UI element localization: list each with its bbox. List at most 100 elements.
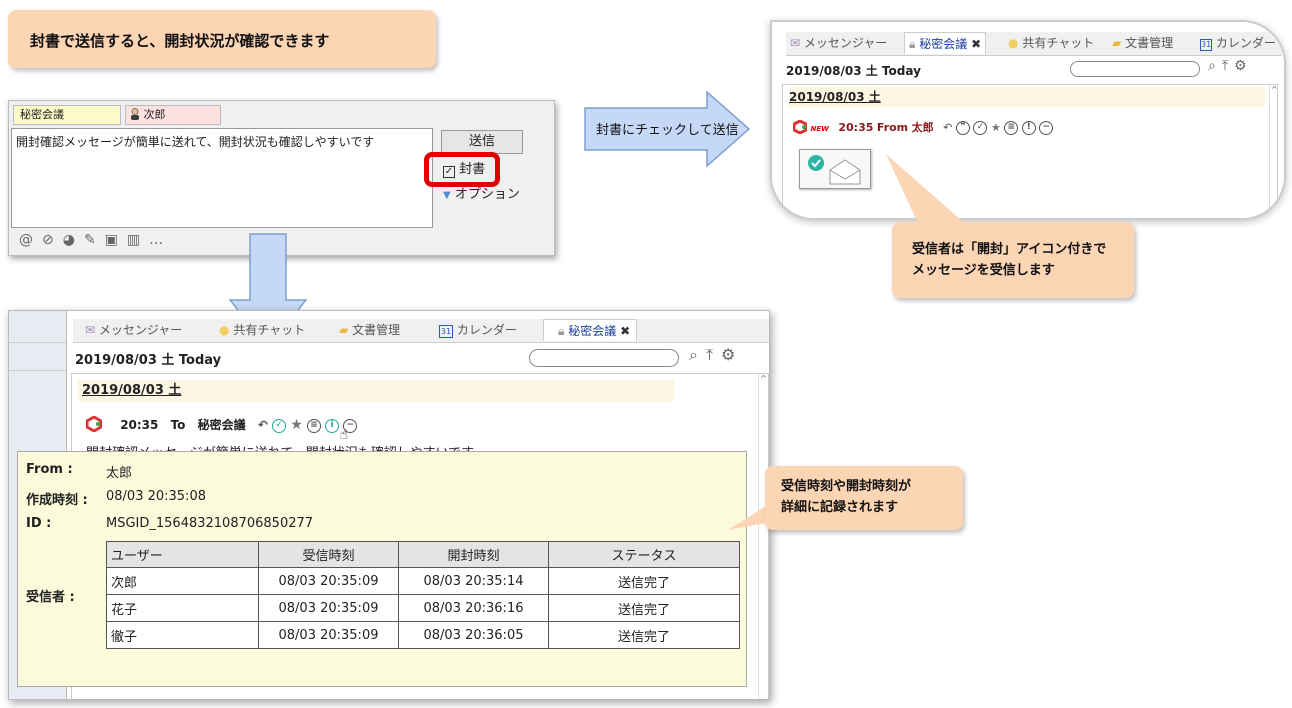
mention-icon[interactable]: @ xyxy=(19,232,42,248)
calendar-icon: 31 xyxy=(439,325,453,338)
arrow-label: 封書にチェックして送信 xyxy=(596,119,739,138)
recipients-table: ユーザー 受信時刻 開封時刻 ステータス 次郎 08/03 20:35:09 0… xyxy=(106,541,740,649)
sender-tab-docs[interactable]: ▰ 文書管理 xyxy=(339,319,400,341)
top-callout: 封書で送信すると、開封状況が確認できます xyxy=(8,10,436,68)
sender-date-line: 2019/08/03 土 xyxy=(78,380,674,402)
detail-from-value: 太郎 xyxy=(106,466,133,481)
sender-tab-chat[interactable]: ● 共有チャット xyxy=(219,319,305,341)
sender-tab-secret[interactable]: 🔒︎ 秘密会議 ✖ xyxy=(543,319,638,341)
list-icon[interactable]: ≡ xyxy=(307,418,321,433)
tab-label: カレンダー xyxy=(456,323,517,337)
alert-icon[interactable]: ! xyxy=(1021,121,1036,135)
read-status-icon[interactable]: i xyxy=(325,418,340,433)
cell-opened: 08/03 20:36:05 xyxy=(398,621,549,649)
receiver-scrollbar[interactable]: ^ xyxy=(1269,85,1279,218)
col-opened: 開封時刻 xyxy=(398,541,549,568)
compose-user-tab[interactable]: 次郎 xyxy=(125,105,221,125)
tab-label: メッセンジャー xyxy=(803,36,888,50)
date-header-text: 2019/08/03 土 Today xyxy=(786,64,921,78)
lock-icon: 🔒︎ xyxy=(558,324,565,338)
message-detail-tooltip: From : 太郎 作成時刻 : 08/03 20:35:08 ID : MSG… xyxy=(17,451,747,687)
scroll-top-icon[interactable]: ⤒ xyxy=(1222,58,1234,74)
close-icon[interactable]: ✖ xyxy=(971,37,981,51)
tab-label: 秘密会議 xyxy=(919,37,968,51)
app-logo-icon xyxy=(85,415,103,433)
col-received: 受信時刻 xyxy=(258,541,399,568)
message-room: 秘密会議 xyxy=(197,418,246,432)
cell-user: 徹子 xyxy=(106,621,259,649)
settings-gear-icon[interactable]: ⚙ xyxy=(1234,58,1253,74)
message-to-label: To xyxy=(170,418,186,432)
app-logo-icon xyxy=(792,119,808,135)
options-toggle[interactable]: ▼ オプション xyxy=(443,183,520,202)
col-status: ステータス xyxy=(548,541,740,568)
compose-room-tab-label: 秘密会議 xyxy=(20,108,64,121)
cell-received: 08/03 20:35:09 xyxy=(258,621,399,649)
edit-icon[interactable]: ✎ xyxy=(84,232,105,248)
folder-icon: ▰ xyxy=(1112,36,1122,50)
send-button[interactable]: 送信 xyxy=(441,130,523,154)
star-icon[interactable]: ★ xyxy=(290,417,303,433)
table-row: 花子 08/03 20:35:09 08/03 20:36:16 送信完了 xyxy=(106,594,740,622)
scroll-top-icon[interactable]: ⤒ xyxy=(706,345,721,364)
more-icon[interactable]: … xyxy=(149,232,172,248)
reply-icon[interactable]: ↶ xyxy=(943,121,952,134)
envelope-icon[interactable] xyxy=(799,149,871,189)
tab-label: 共有チャット xyxy=(233,323,306,337)
tab-label: メッセンジャー xyxy=(98,323,183,337)
envelope-checkbox[interactable]: ✓ 封書 xyxy=(443,162,485,178)
mail-icon: ✉ xyxy=(85,323,96,337)
search-icon[interactable]: ⌕ xyxy=(1208,58,1222,74)
minus-icon[interactable]: − xyxy=(1039,121,1054,135)
detail-from-label: From : xyxy=(26,462,73,477)
detail-callout-line1: 受信時刻や開封時刻が xyxy=(781,479,912,494)
sender-header-icons: ⌕⤒⚙ xyxy=(689,345,743,365)
message-time: 20:35 xyxy=(120,418,159,432)
date-header-text: 2019/08/03 土 Today xyxy=(75,353,222,368)
sender-tab-messenger[interactable]: ✉ メッセンジャー xyxy=(85,319,182,341)
receiver-tab-docs[interactable]: ▰ 文書管理 xyxy=(1112,32,1173,54)
receiver-callout: 受信者は「開封」アイコン付きで メッセージを受信します xyxy=(892,222,1134,298)
compose-room-tab[interactable]: 秘密会議 xyxy=(13,105,121,125)
close-icon[interactable]: ✖ xyxy=(620,324,630,338)
star-icon[interactable]: ★ xyxy=(991,121,1001,134)
cell-status: 送信完了 xyxy=(548,621,740,649)
quote-icon[interactable]: ❞ xyxy=(955,121,970,135)
cell-status: 送信完了 xyxy=(548,567,740,595)
search-icon[interactable]: ⌕ xyxy=(689,345,706,364)
detail-id-value: MSGID_1564832108706850277 xyxy=(106,516,314,531)
table-row: 次郎 08/03 20:35:09 08/03 20:35:14 送信完了 xyxy=(106,567,740,595)
checkbox-checked-icon: ✓ xyxy=(443,166,455,178)
cell-opened: 08/03 20:36:16 xyxy=(398,594,549,622)
receiver-search-input[interactable] xyxy=(1070,61,1200,77)
receiver-date-header: 2019/08/03 土 Today xyxy=(786,62,921,79)
lock-icon: 🔒︎ xyxy=(909,37,916,51)
receiver-tab-calendar[interactable]: 31 カレンダー xyxy=(1200,32,1276,54)
sender-tab-calendar[interactable]: 31 カレンダー xyxy=(439,319,517,341)
receiver-callout-line2: メッセージを受信します xyxy=(912,263,1055,278)
mail-icon: ✉ xyxy=(790,36,801,50)
attachment-icon[interactable]: ⊘ xyxy=(42,232,63,248)
detail-recipients-label: 受信者 : xyxy=(26,590,75,605)
receiver-message-header: NEW 20:35 From 太郎 ↶ ❞ ✓ ★ ≡ ! − xyxy=(792,119,1054,135)
reply-icon[interactable]: ↶ xyxy=(258,418,268,432)
sender-search-input[interactable] xyxy=(529,349,679,367)
receiver-callout-line1: 受信者は「開封」アイコン付きで xyxy=(912,242,1107,257)
message-input-text: 開封確認メッセージが簡単に送れて、開封状況も確認しやすいです xyxy=(16,135,375,149)
list-icon[interactable]: ≡ xyxy=(1004,121,1019,135)
settings-gear-icon[interactable]: ⚙ xyxy=(721,345,743,364)
user-icon xyxy=(130,108,140,120)
message-from-label: From xyxy=(876,121,909,134)
hand-cursor-icon: ☝ xyxy=(339,427,349,443)
chat-bubble-icon: ● xyxy=(1008,36,1019,50)
check-icon[interactable]: ✓ xyxy=(973,121,988,135)
delete-icon[interactable]: ▥ xyxy=(127,232,149,248)
check-icon[interactable]: ✓ xyxy=(272,418,287,433)
palette-icon[interactable]: ◕ xyxy=(63,232,84,248)
message-input[interactable]: 開封確認メッセージが簡単に送れて、開封状況も確認しやすいです xyxy=(11,128,433,228)
calendar-icon: 31 xyxy=(1200,39,1212,51)
receiver-tab-messenger[interactable]: ✉ メッセンジャー xyxy=(790,32,887,54)
save-icon[interactable]: ▣ xyxy=(105,232,127,248)
receiver-tab-secret[interactable]: 🔒︎ 秘密会議 ✖ xyxy=(904,32,987,54)
receiver-tab-chat[interactable]: ● 共有チャット xyxy=(1008,32,1094,54)
